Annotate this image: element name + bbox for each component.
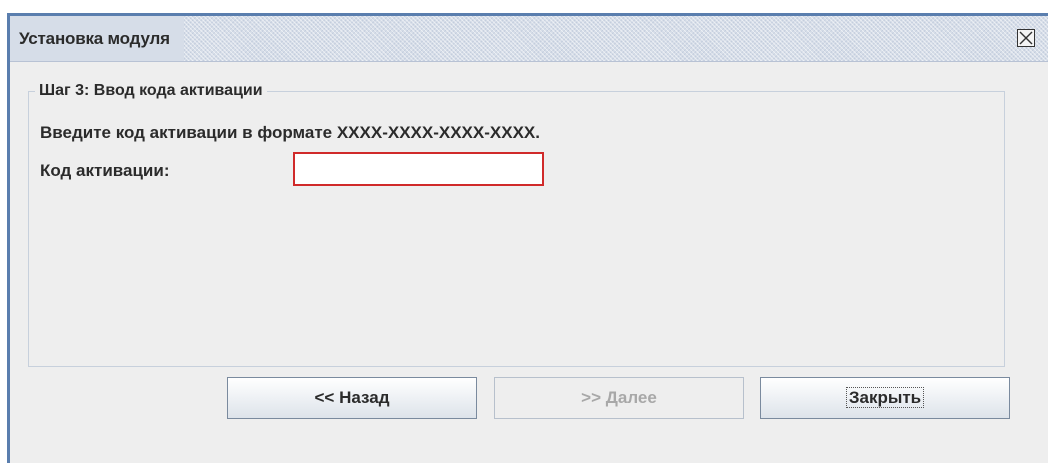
close-button[interactable]: Закрыть xyxy=(760,377,1010,419)
next-button[interactable]: >> Далее xyxy=(494,377,744,419)
back-button[interactable]: << Назад xyxy=(227,377,477,419)
activation-code-label: Код активации: xyxy=(40,161,170,180)
window-title: Установка модуля xyxy=(10,16,184,61)
activation-code-input[interactable] xyxy=(293,152,544,186)
close-icon xyxy=(1019,31,1033,45)
step-title: Шаг 3: Ввод кода активации xyxy=(35,81,267,101)
close-window-button[interactable] xyxy=(1017,29,1035,47)
title-bar[interactable]: Установка модуля xyxy=(10,16,1048,62)
instruction-text: Введите код активации в формате XXXX-XXX… xyxy=(40,123,540,142)
close-button-label: Закрыть xyxy=(845,387,925,408)
